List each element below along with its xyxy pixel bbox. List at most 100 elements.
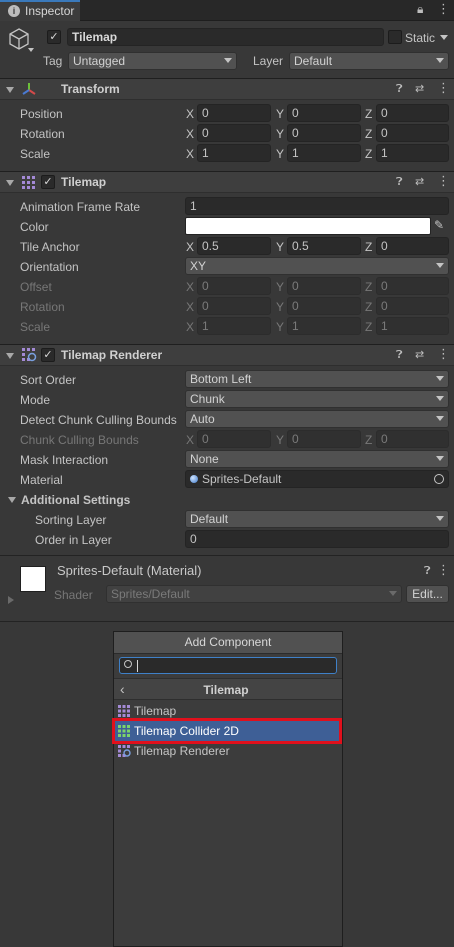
tilemap-enabled-checkbox[interactable]: ✓ (41, 175, 55, 189)
position-label: Position (20, 107, 63, 121)
culling-dropdown[interactable]: Auto (185, 410, 449, 428)
more-options-icon[interactable]: ⋮ (437, 563, 450, 577)
renderer-enabled-checkbox[interactable]: ✓ (41, 348, 55, 362)
color-swatch[interactable] (185, 217, 431, 235)
help-icon[interactable]: ❓︎ (396, 175, 403, 189)
shader-label: Shader (54, 588, 93, 602)
presets-icon[interactable]: ⇄ (415, 82, 424, 96)
sorting-layer-dropdown[interactable]: Default (185, 510, 449, 528)
tilemap-renderer-header[interactable]: ✓ Tilemap Renderer ❓︎ ⇄ ⋮ (0, 344, 454, 366)
mode-dropdown[interactable]: Chunk (185, 390, 449, 408)
axis-y: Y (276, 280, 285, 294)
tile-scale-label: Scale (20, 320, 51, 334)
position-z[interactable]: 0 (376, 104, 449, 122)
active-checkbox[interactable]: ✓ (47, 30, 61, 44)
anchor-y[interactable]: 0.5 (287, 237, 361, 255)
order-in-layer-input[interactable]: 0 (185, 530, 449, 548)
mask-interaction-dropdown[interactable]: None (185, 450, 449, 468)
search-icon (124, 660, 132, 668)
mode-label: Mode (20, 393, 51, 407)
orientation-label: Orientation (20, 260, 79, 274)
material-field[interactable]: Sprites-Default (185, 470, 449, 488)
frame-rate-input[interactable]: 1 (185, 197, 449, 215)
axis-y: Y (276, 433, 285, 447)
axis-x: X (186, 127, 195, 141)
scale-z[interactable]: 1 (376, 144, 449, 162)
static-dropdown-arrow[interactable] (440, 35, 448, 40)
presets-icon[interactable]: ⇄ (415, 348, 424, 362)
scale-x[interactable]: 1 (197, 144, 271, 162)
sort-order-dropdown[interactable]: Bottom Left (185, 370, 449, 388)
orientation-value: XY (190, 259, 207, 273)
component-search-input[interactable] (119, 657, 337, 674)
static-checkbox[interactable] (388, 30, 402, 44)
expand-arrow-icon[interactable] (8, 596, 14, 604)
tile-rotation-z: 0 (376, 297, 449, 315)
more-options-icon[interactable]: ⋮ (437, 347, 450, 361)
tile-scale-z: 1 (376, 317, 449, 335)
layer-label: Layer (253, 54, 284, 68)
axis-z: Z (365, 320, 373, 334)
anchor-x[interactable]: 0.5 (197, 237, 271, 255)
axis-x: X (186, 240, 195, 254)
foldout-arrow-icon[interactable] (8, 497, 16, 503)
material-name: Sprites-Default (Material) (57, 563, 202, 578)
orientation-dropdown[interactable]: XY (185, 257, 449, 275)
tilemap-renderer-icon (22, 348, 37, 366)
axis-y: Y (276, 127, 285, 141)
help-icon[interactable]: ❓︎ (424, 564, 431, 578)
foldout-arrow-icon[interactable] (6, 180, 14, 186)
position-x[interactable]: 0 (197, 104, 271, 122)
scale-label: Scale (20, 147, 51, 161)
sort-order-label: Sort Order (20, 373, 77, 387)
eyedropper-icon[interactable]: ✎ (434, 218, 444, 232)
more-options-icon[interactable]: ⋮ (437, 81, 450, 95)
presets-icon[interactable]: ⇄ (415, 175, 424, 189)
more-options-icon[interactable]: ⋮ (437, 1, 450, 17)
shader-dropdown[interactable]: Sprites/Default (106, 585, 402, 603)
tile-scale-x: 1 (197, 317, 271, 335)
gameobject-icon (8, 27, 30, 54)
list-item-label: Tilemap Renderer (134, 744, 230, 758)
tab-inspector[interactable]: i Inspector (0, 0, 80, 21)
category-header[interactable]: ‹ Tilemap (114, 678, 342, 700)
rotation-y[interactable]: 0 (287, 124, 361, 142)
edit-shader-button[interactable]: Edit... (406, 585, 449, 603)
axis-z: Z (365, 280, 373, 294)
component-title: Tilemap Renderer (61, 348, 163, 362)
chevron-down-icon (436, 396, 444, 401)
scale-y[interactable]: 1 (287, 144, 361, 162)
info-icon: i (8, 5, 20, 17)
category-title: Tilemap (203, 683, 249, 697)
culling-value: Auto (190, 412, 215, 426)
object-name-input[interactable]: Tilemap (67, 28, 384, 46)
axis-z: Z (365, 433, 373, 447)
chevron-down-icon (436, 58, 444, 63)
edit-label: Edit... (412, 587, 443, 601)
more-options-icon[interactable]: ⋮ (437, 174, 450, 188)
add-component-button[interactable]: Add Component (114, 632, 342, 654)
list-item[interactable]: Tilemap Renderer (114, 741, 342, 761)
help-icon[interactable]: ❓︎ (396, 348, 403, 362)
axis-x: X (186, 107, 195, 121)
layer-dropdown[interactable]: Default (289, 52, 449, 70)
position-y[interactable]: 0 (287, 104, 361, 122)
lock-icon[interactable]: 🔒︎ (417, 2, 423, 17)
additional-settings-label[interactable]: Additional Settings (21, 492, 130, 508)
gameobject-icon-dropdown[interactable] (28, 48, 34, 52)
anchor-z[interactable]: 0 (376, 237, 449, 255)
chunk-bounds-x: 0 (197, 430, 271, 448)
foldout-arrow-icon[interactable] (6, 87, 14, 93)
help-icon[interactable]: ❓︎ (396, 82, 403, 96)
rotation-x[interactable]: 0 (197, 124, 271, 142)
tilemap-header[interactable]: ✓ Tilemap ❓︎ ⇄ ⋮ (0, 171, 454, 193)
rotation-label: Rotation (20, 127, 65, 141)
transform-header[interactable]: Transform ❓︎ ⇄ ⋮ (0, 78, 454, 100)
axis-z: Z (365, 127, 373, 141)
material-sphere-icon (190, 475, 198, 483)
object-picker-icon[interactable] (434, 474, 444, 484)
axis-z: Z (365, 240, 373, 254)
foldout-arrow-icon[interactable] (6, 353, 14, 359)
tag-dropdown[interactable]: Untagged (68, 52, 237, 70)
rotation-z[interactable]: 0 (376, 124, 449, 142)
